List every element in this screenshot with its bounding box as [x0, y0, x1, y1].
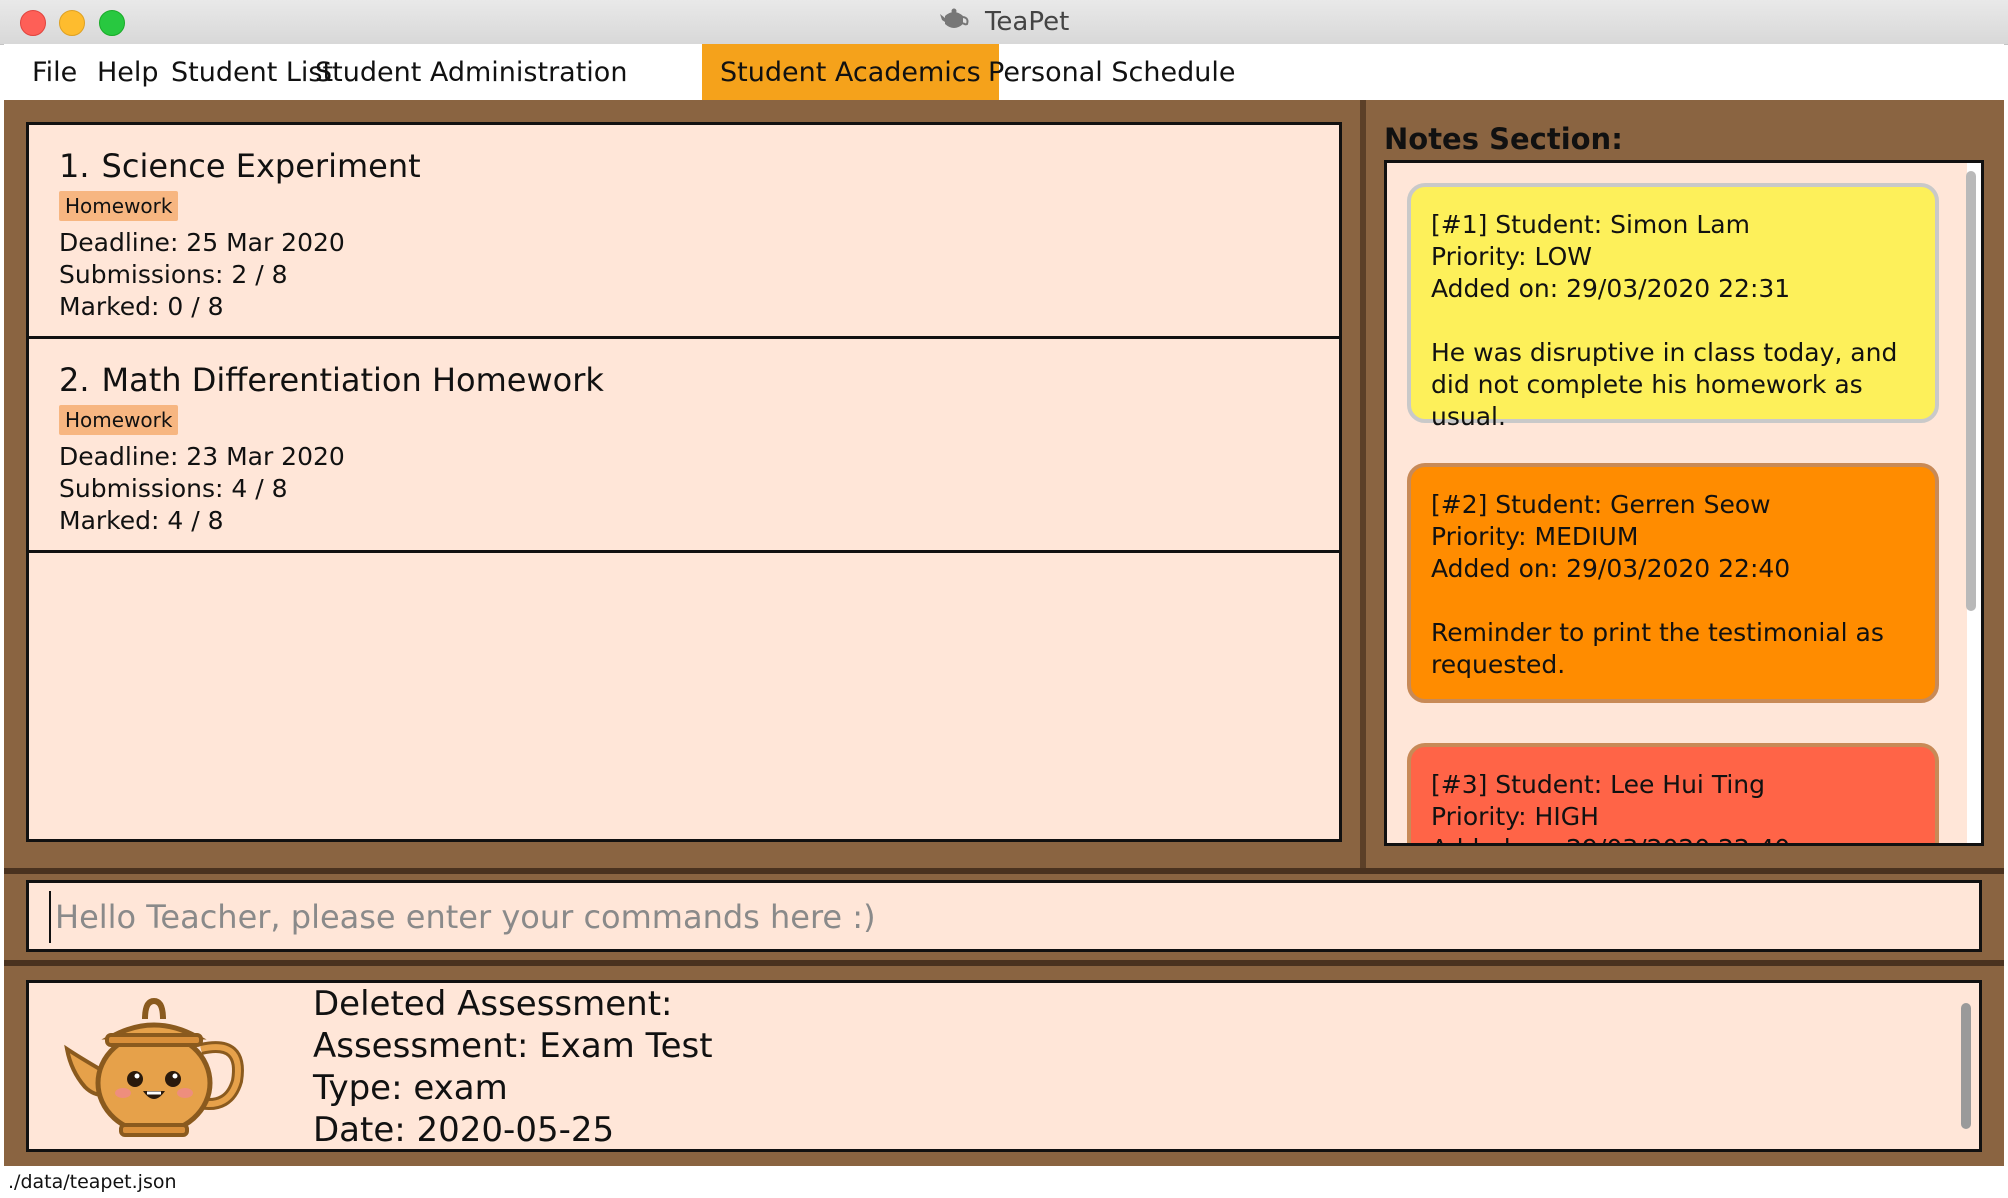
result-line: Date: 2020-05-25: [313, 1110, 615, 1150]
menu-student-administration[interactable]: Student Administration: [297, 44, 645, 100]
result-line: Assessment: Exam Test: [313, 1026, 713, 1066]
assessment-title-row: 2. Math Differentiation Homework: [59, 361, 1339, 399]
assessment-index: 2.: [59, 361, 90, 399]
note-added-on: Added on: 29/03/2020 22:40: [1431, 554, 1791, 583]
note-content: Reminder to print the testimonial as req…: [1431, 618, 1884, 679]
horizontal-divider: [4, 960, 2004, 966]
note-priority: Priority: LOW: [1431, 242, 1592, 271]
assessment-deadline: Deadline: 25 Mar 2020: [59, 228, 345, 257]
menu-personal-schedule[interactable]: Personal Schedule: [970, 44, 1253, 100]
assessment-marked: Marked: 4 / 8: [59, 506, 224, 535]
notes-list[interactable]: [#1] Student: Simon Lam Priority: LOW Ad…: [1387, 163, 1967, 843]
assessment-submissions: Submissions: 2 / 8: [59, 260, 288, 289]
main-area: 1. Science Experiment Homework Deadline: …: [4, 100, 2004, 1166]
assessment-type-tag: Homework: [59, 405, 179, 435]
note-student: [#2] Student: Gerren Seow: [1431, 490, 1771, 519]
note-priority: Priority: MEDIUM: [1431, 522, 1639, 551]
note-card[interactable]: [#1] Student: Simon Lam Priority: LOW Ad…: [1407, 183, 1939, 431]
teapot-mascot-icon: [64, 997, 244, 1137]
result-message: Deleted Assessment: Assessment: Exam Tes…: [313, 983, 713, 1151]
app-window: TeaPet File Help Student List Student Ad…: [0, 0, 2008, 1198]
note-spacer: [1431, 305, 1915, 337]
window-title-group: TeaPet: [0, 6, 2008, 39]
assessment-title: Science Experiment: [101, 147, 421, 185]
assessment-title: Math Differentiation Homework: [101, 361, 604, 399]
status-bar: ./data/teapet.json: [0, 1166, 2008, 1198]
command-input[interactable]: [49, 891, 1957, 943]
note-added-on: Added on: 29/03/2020 22:31: [1431, 274, 1791, 303]
assessment-deadline: Deadline: 23 Mar 2020: [59, 442, 345, 471]
notes-scrollbar[interactable]: [1966, 171, 1976, 611]
data-file-path: ./data/teapet.json: [8, 1171, 177, 1193]
notes-panel: [#1] Student: Simon Lam Priority: LOW Ad…: [1384, 160, 1984, 846]
window-title: TeaPet: [984, 7, 1070, 37]
assessment-marked: Marked: 0 / 8: [59, 292, 224, 321]
result-display: Deleted Assessment: Assessment: Exam Tes…: [26, 980, 1982, 1152]
result-line: Type: exam: [313, 1068, 508, 1108]
assessment-index: 1.: [59, 147, 90, 185]
assessment-submissions: Submissions: 4 / 8: [59, 474, 288, 503]
result-line: Deleted Assessment:: [313, 984, 673, 1024]
note-student: [#3] Student: Lee Hui Ting: [1431, 770, 1765, 799]
assessment-card[interactable]: 2. Math Differentiation Homework Homework…: [29, 339, 1339, 553]
menu-bar: File Help Student List Student Administr…: [4, 44, 2004, 101]
note-card[interactable]: [#2] Student: Gerren Seow Priority: MEDI…: [1407, 463, 1939, 703]
assessment-list: 1. Science Experiment Homework Deadline: …: [26, 122, 1342, 842]
notes-section-label: Notes Section:: [1384, 122, 1623, 156]
vertical-divider[interactable]: [1360, 100, 1366, 868]
title-bar: TeaPet: [0, 0, 2008, 45]
teapot-icon: [939, 6, 969, 39]
note-content: He was disruptive in class today, and di…: [1431, 338, 1898, 431]
result-scrollbar[interactable]: [1961, 1003, 1971, 1129]
horizontal-divider: [4, 868, 2004, 874]
note-student: [#1] Student: Simon Lam: [1431, 210, 1750, 239]
menu-student-academics[interactable]: Student Academics: [702, 44, 999, 100]
command-box: [26, 880, 1982, 952]
note-spacer: [1431, 585, 1915, 617]
note-card[interactable]: [#3] Student: Lee Hui Ting Priority: HIG…: [1407, 743, 1939, 843]
assessment-card[interactable]: 1. Science Experiment Homework Deadline: …: [29, 125, 1339, 339]
note-priority: Priority: HIGH: [1431, 802, 1599, 831]
note-added-on: Added on: 29/03/2020 22:40: [1431, 833, 1915, 843]
assessment-title-row: 1. Science Experiment: [59, 147, 1339, 185]
assessment-type-tag: Homework: [59, 191, 179, 221]
